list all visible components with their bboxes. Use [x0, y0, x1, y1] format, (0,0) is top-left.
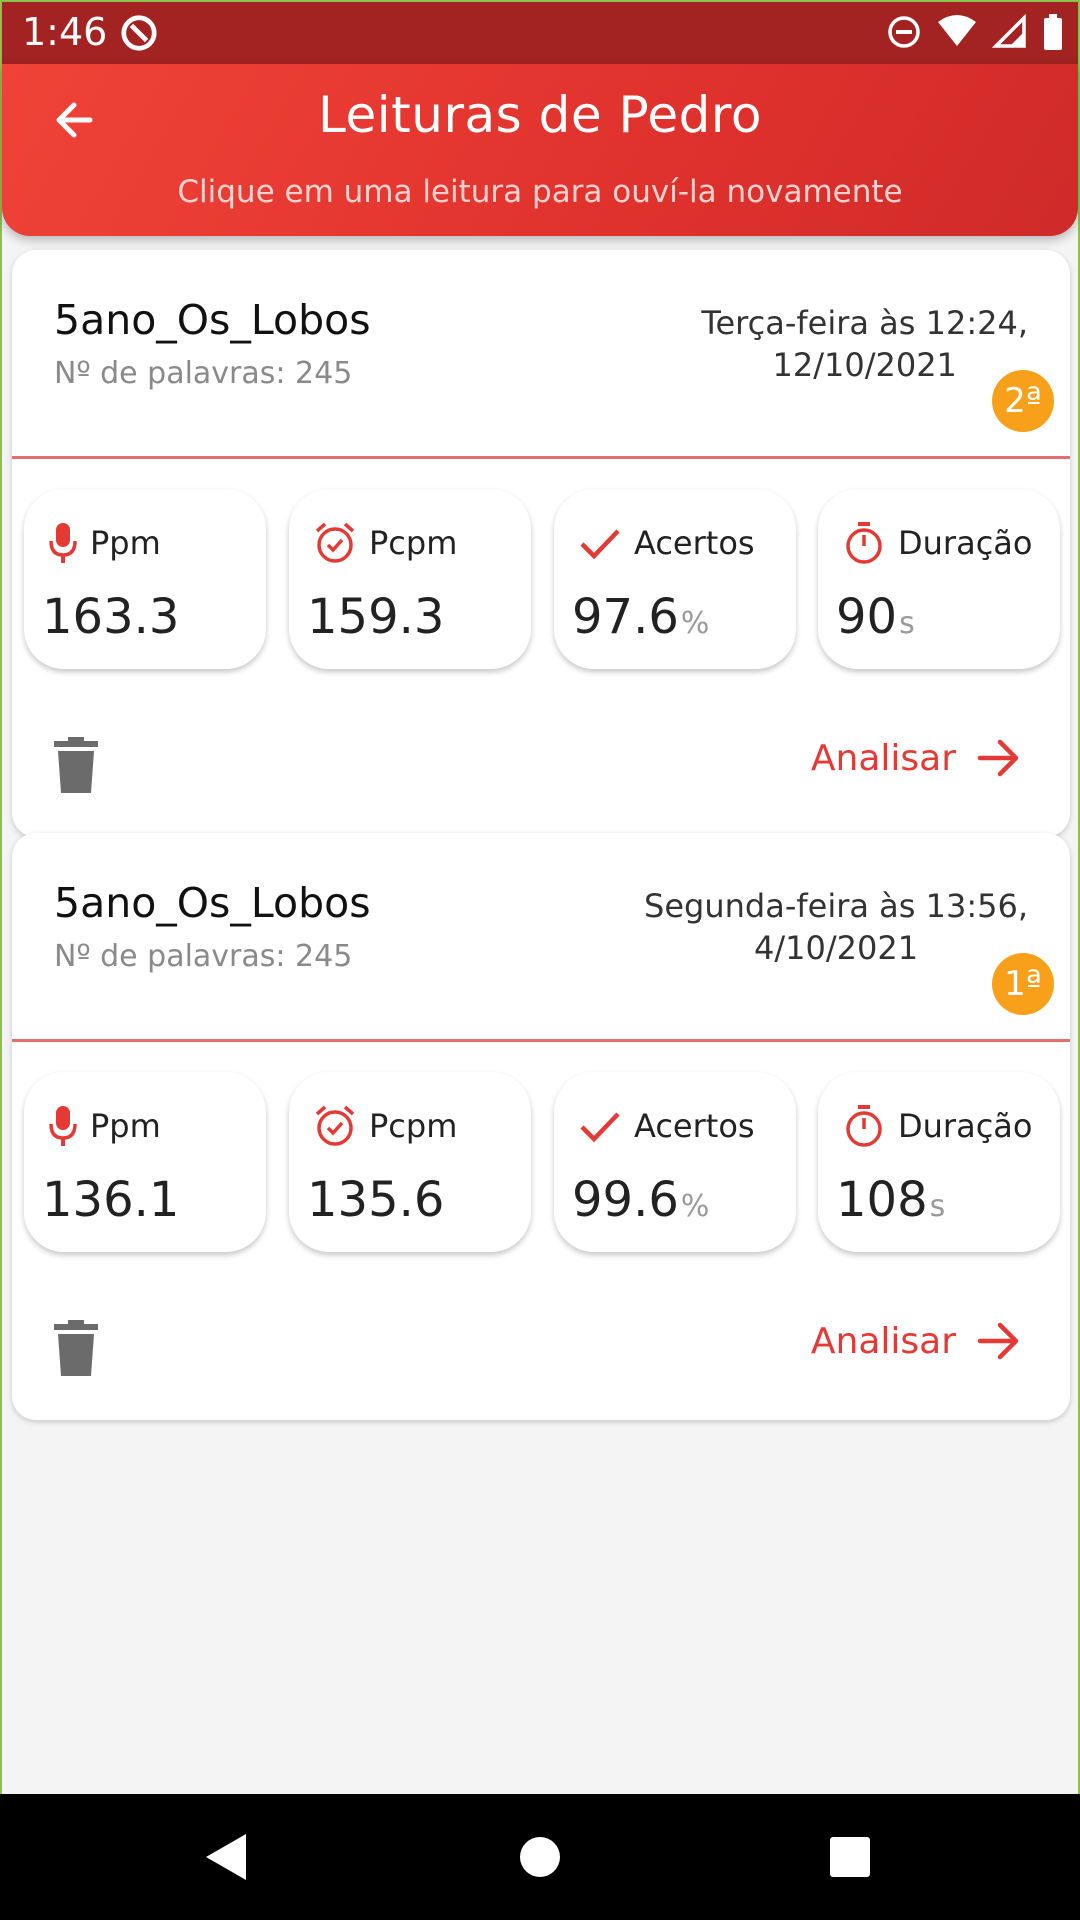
alarm-clock-icon [315, 1105, 355, 1146]
status-icons [886, 14, 1064, 50]
word-count: Nº de palavras: 245 [54, 356, 353, 391]
metric-label: Acertos [634, 1107, 755, 1145]
metric-pcpm: Pcpm 159.3 [289, 489, 531, 669]
arrow-right-icon [977, 739, 1019, 777]
metric-label: Pcpm [369, 524, 458, 562]
metric-unit: % [680, 606, 710, 641]
reading-date: Segunda-feira às 13:56, 4/10/2021 [644, 885, 1028, 969]
timer-icon [846, 1105, 882, 1147]
metrics-row: Ppm 136.1 Pcpm 135.6 Acertos 99.6% Duraç… [12, 1042, 1070, 1252]
reading-date-line1: Segunda-feira às 13:56, [644, 887, 1028, 925]
status-bar: 1:46 [2, 2, 1078, 64]
reading-date-line2: 12/10/2021 [772, 346, 957, 384]
metric-value: 90 [836, 589, 898, 645]
home-circle-icon[interactable] [518, 1832, 562, 1882]
do-not-disturb-icon [888, 16, 920, 48]
battery-icon [1044, 14, 1062, 50]
metric-acertos: Acertos 99.6% [554, 1072, 796, 1252]
metric-pcpm: Pcpm 135.6 [289, 1072, 531, 1252]
alarm-clock-icon [315, 522, 355, 563]
recents-square-icon[interactable] [828, 1832, 872, 1882]
reading-title: 5ano_Os_Lobos [54, 879, 371, 927]
analyze-button[interactable]: Analisar [811, 1318, 1022, 1364]
metric-label: Duração [898, 524, 1033, 562]
metric-value: 159.3 [307, 589, 445, 645]
metric-value: 97.6 [572, 589, 679, 645]
metric-acertos: Acertos 97.6% [554, 489, 796, 669]
reading-card[interactable]: 5ano_Os_Lobos Nº de palavras: 245 Terça-… [12, 250, 1070, 837]
wifi-icon [938, 15, 976, 46]
metric-value: 163.3 [42, 589, 180, 645]
metric-label: Ppm [90, 1107, 161, 1145]
metric-unit: s [929, 1189, 946, 1224]
attempt-badge: 2ª [992, 370, 1054, 432]
analyze-button[interactable]: Analisar [811, 735, 1022, 781]
reading-date: Terça-feira às 12:24, 12/10/2021 [701, 302, 1028, 386]
metric-unit: % [680, 1189, 710, 1224]
word-count: Nº de palavras: 245 [54, 939, 353, 974]
reading-date-line1: Terça-feira às 12:24, [701, 304, 1028, 342]
check-icon [580, 529, 620, 560]
metric-duracao: Duração 108s [818, 1072, 1060, 1252]
metric-value: 135.6 [307, 1172, 445, 1228]
signal-icon [992, 14, 1026, 48]
analyze-label: Analisar [810, 1320, 956, 1362]
reading-title: 5ano_Os_Lobos [54, 296, 371, 344]
reading-card[interactable]: 5ano_Os_Lobos Nº de palavras: 245 Segund… [12, 833, 1070, 1420]
trash-icon[interactable] [54, 1320, 98, 1376]
metric-label: Duração [898, 1107, 1033, 1145]
microphone-icon [49, 523, 77, 563]
reading-date-line2: 4/10/2021 [753, 929, 919, 967]
trash-icon[interactable] [54, 737, 98, 793]
app-header: Leituras de Pedro Clique em uma leitura … [2, 64, 1078, 236]
metric-duracao: Duração 90s [818, 489, 1060, 669]
metric-value: 108 [836, 1172, 928, 1228]
app-notification-icon [121, 15, 157, 51]
metric-ppm: Ppm 136.1 [24, 1072, 266, 1252]
metric-label: Pcpm [369, 1107, 458, 1145]
timer-icon [846, 522, 882, 564]
microphone-icon [49, 1106, 77, 1146]
metrics-row: Ppm 163.3 Pcpm 159.3 Acertos 97.6% Duraç… [12, 459, 1070, 669]
metric-value: 136.1 [42, 1172, 180, 1228]
analyze-label: Analisar [810, 737, 956, 779]
arrow-right-icon [977, 1322, 1019, 1360]
metric-label: Ppm [90, 524, 161, 562]
status-time: 1:46 [22, 10, 108, 54]
metric-unit: s [899, 606, 915, 641]
back-triangle-icon[interactable] [202, 1832, 250, 1882]
page-subtitle: Clique em uma leitura para ouví-la novam… [177, 174, 903, 210]
navigation-bar [0, 1794, 1080, 1920]
check-icon [580, 1112, 620, 1143]
metric-label: Acertos [634, 524, 755, 562]
metric-value: 99.6 [572, 1172, 679, 1228]
page-title: Leituras de Pedro [318, 86, 762, 144]
metric-ppm: Ppm 163.3 [24, 489, 266, 669]
attempt-badge: 1ª [992, 953, 1054, 1015]
